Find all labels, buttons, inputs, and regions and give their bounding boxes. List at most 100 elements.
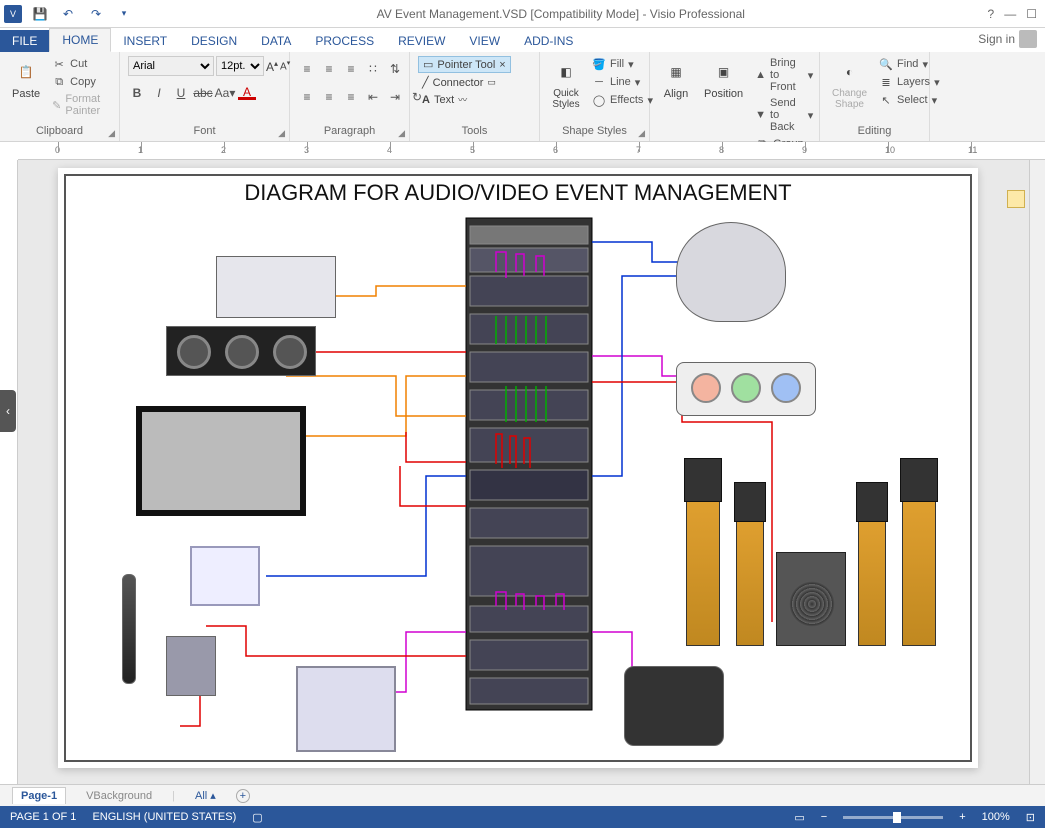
zoom-level[interactable]: 100% xyxy=(982,811,1010,823)
format-painter-icon: ✎ xyxy=(52,98,61,112)
font-color-button[interactable]: A xyxy=(238,86,256,100)
font-size-select[interactable]: 12pt. xyxy=(216,56,264,76)
align-button[interactable]: ▦Align xyxy=(658,56,694,102)
bold-button[interactable]: B xyxy=(128,84,146,102)
tab-home[interactable]: HOME xyxy=(49,28,111,52)
undo-icon[interactable]: ↶ xyxy=(58,4,78,24)
shrink-font-icon[interactable]: A▾ xyxy=(280,59,290,72)
strike-button[interactable]: abc xyxy=(194,84,212,102)
wireless-receiver-shape[interactable] xyxy=(166,636,216,696)
quick-styles-button[interactable]: ◧ Quick Styles xyxy=(548,56,584,112)
tab-design[interactable]: DESIGN xyxy=(179,30,249,52)
case-button[interactable]: Aa▾ xyxy=(216,84,234,102)
page-tab-all[interactable]: All ▴ xyxy=(187,787,224,804)
quick-styles-label: Quick Styles xyxy=(552,88,580,110)
tab-review[interactable]: REVIEW xyxy=(386,30,457,52)
layers-button[interactable]: ≣Layers▾ xyxy=(877,74,942,90)
new-page-icon[interactable]: + xyxy=(236,789,250,803)
comment-indicator-icon[interactable] xyxy=(1007,190,1025,208)
rectangle-shape-icon[interactable]: ▭ xyxy=(487,77,496,88)
connector-label: Connector xyxy=(433,77,484,89)
help-icon[interactable]: ? xyxy=(988,7,995,21)
bullets-icon[interactable]: ∷ xyxy=(364,60,382,78)
dialog-launcher-icon[interactable]: ◢ xyxy=(638,128,645,139)
dialog-launcher-icon[interactable]: ◢ xyxy=(278,128,285,139)
speaker-tower-2[interactable] xyxy=(736,516,764,646)
control-panel-shape[interactable] xyxy=(190,546,260,606)
zoom-in-icon[interactable]: + xyxy=(959,811,965,823)
dialog-launcher-icon[interactable]: ◢ xyxy=(398,128,405,139)
microphone-shape[interactable] xyxy=(122,574,136,684)
format-painter-button[interactable]: ✎Format Painter xyxy=(50,92,111,118)
restore-icon[interactable]: ☐ xyxy=(1026,7,1037,21)
zoom-slider[interactable] xyxy=(843,816,943,819)
align-right-icon[interactable]: ≡ xyxy=(342,60,360,78)
italic-button[interactable]: I xyxy=(150,84,168,102)
soundbar-shape[interactable] xyxy=(166,326,316,376)
find-button[interactable]: 🔍Find▾ xyxy=(877,56,942,72)
scrollbar-vertical[interactable] xyxy=(1029,160,1045,784)
page-tab-vbackground[interactable]: VBackground xyxy=(78,788,160,804)
align-top-icon[interactable]: ≡ xyxy=(298,88,316,106)
camera-shape[interactable] xyxy=(216,256,336,318)
satellite-dish-shape[interactable] xyxy=(676,222,786,322)
tab-data[interactable]: DATA xyxy=(249,30,303,52)
tab-view[interactable]: VIEW xyxy=(457,30,512,52)
canvas[interactable]: DIAGRAM FOR AUDIO/VIDEO EVENT MANAGEMENT xyxy=(18,160,1029,784)
close-icon[interactable]: × xyxy=(499,59,505,71)
dialog-launcher-icon[interactable]: ◢ xyxy=(108,128,115,139)
display-pod-shape[interactable] xyxy=(624,666,724,746)
align-center-icon[interactable]: ≡ xyxy=(320,60,338,78)
tab-insert[interactable]: INSERT xyxy=(111,30,179,52)
cut-button[interactable]: ✂Cut xyxy=(50,56,111,72)
grow-font-icon[interactable]: A▴ xyxy=(266,59,278,74)
tab-file[interactable]: FILE xyxy=(0,30,49,52)
tab-addins[interactable]: ADD-INS xyxy=(512,30,585,52)
save-icon[interactable]: 💾 xyxy=(30,4,50,24)
effects-button[interactable]: ◯Effects▾ xyxy=(590,92,655,108)
diagram-title: DIAGRAM FOR AUDIO/VIDEO EVENT MANAGEMENT xyxy=(66,176,970,206)
status-page[interactable]: PAGE 1 OF 1 xyxy=(10,811,76,823)
speaker-tower-1[interactable] xyxy=(686,496,720,646)
fill-button[interactable]: 🪣Fill▾ xyxy=(590,56,655,72)
text-tool-button[interactable]: AText〰 xyxy=(418,92,471,107)
shapes-pane-expand[interactable]: ‹ xyxy=(0,390,16,432)
bring-to-front-button[interactable]: ▲Bring to Front▾ xyxy=(753,56,815,94)
tab-process[interactable]: PROCESS xyxy=(303,30,386,52)
underline-button[interactable]: U xyxy=(172,84,190,102)
connector-tool-button[interactable]: ╱Connector▭ xyxy=(418,75,500,90)
font-family-select[interactable]: Arial xyxy=(128,56,214,76)
find-label: Find xyxy=(897,58,918,70)
minimize-icon[interactable]: — xyxy=(1004,7,1016,21)
position-button[interactable]: ▣Position xyxy=(700,56,747,102)
projector-shape[interactable] xyxy=(676,362,816,416)
subwoofer-shape[interactable] xyxy=(776,552,846,646)
line-spacing-icon[interactable]: ⇅ xyxy=(386,60,404,78)
speaker-tower-4[interactable] xyxy=(902,496,936,646)
copy-button[interactable]: ⧉Copy xyxy=(50,74,111,90)
drawing-page[interactable]: DIAGRAM FOR AUDIO/VIDEO EVENT MANAGEMENT xyxy=(58,168,978,768)
increase-indent-icon[interactable]: ⇥ xyxy=(386,88,404,106)
align-middle-icon[interactable]: ≡ xyxy=(320,88,338,106)
speaker-tower-3[interactable] xyxy=(858,516,886,646)
select-button[interactable]: ↖Select▾ xyxy=(877,92,942,108)
change-shape-button[interactable]: ◐Change Shape xyxy=(828,56,871,112)
freeform-icon[interactable]: 〰 xyxy=(458,93,467,106)
qat-customize-icon[interactable]: ▾ xyxy=(114,4,134,24)
monitor-shape[interactable] xyxy=(136,406,306,516)
paste-button[interactable]: 📋 Paste xyxy=(8,56,44,102)
sign-in[interactable]: Sign in xyxy=(970,26,1045,52)
bring-front-label: Bring to Front xyxy=(770,57,804,93)
speaker-top-3 xyxy=(856,482,888,522)
line-button[interactable]: ─Line▾ xyxy=(590,74,655,90)
page-tab-1[interactable]: Page-1 xyxy=(12,787,66,804)
decrease-indent-icon[interactable]: ⇤ xyxy=(364,88,382,106)
redo-icon[interactable]: ↷ xyxy=(86,4,106,24)
pointer-tool-button[interactable]: ▭Pointer Tool× xyxy=(418,56,511,73)
touch-controller-shape[interactable] xyxy=(296,666,396,752)
send-to-back-button[interactable]: ▼Send to Back▾ xyxy=(753,96,815,134)
zoom-out-icon[interactable]: − xyxy=(821,811,827,823)
status-language[interactable]: ENGLISH (UNITED STATES) xyxy=(92,811,236,823)
align-bottom-icon[interactable]: ≡ xyxy=(342,88,360,106)
align-left-icon[interactable]: ≡ xyxy=(298,60,316,78)
